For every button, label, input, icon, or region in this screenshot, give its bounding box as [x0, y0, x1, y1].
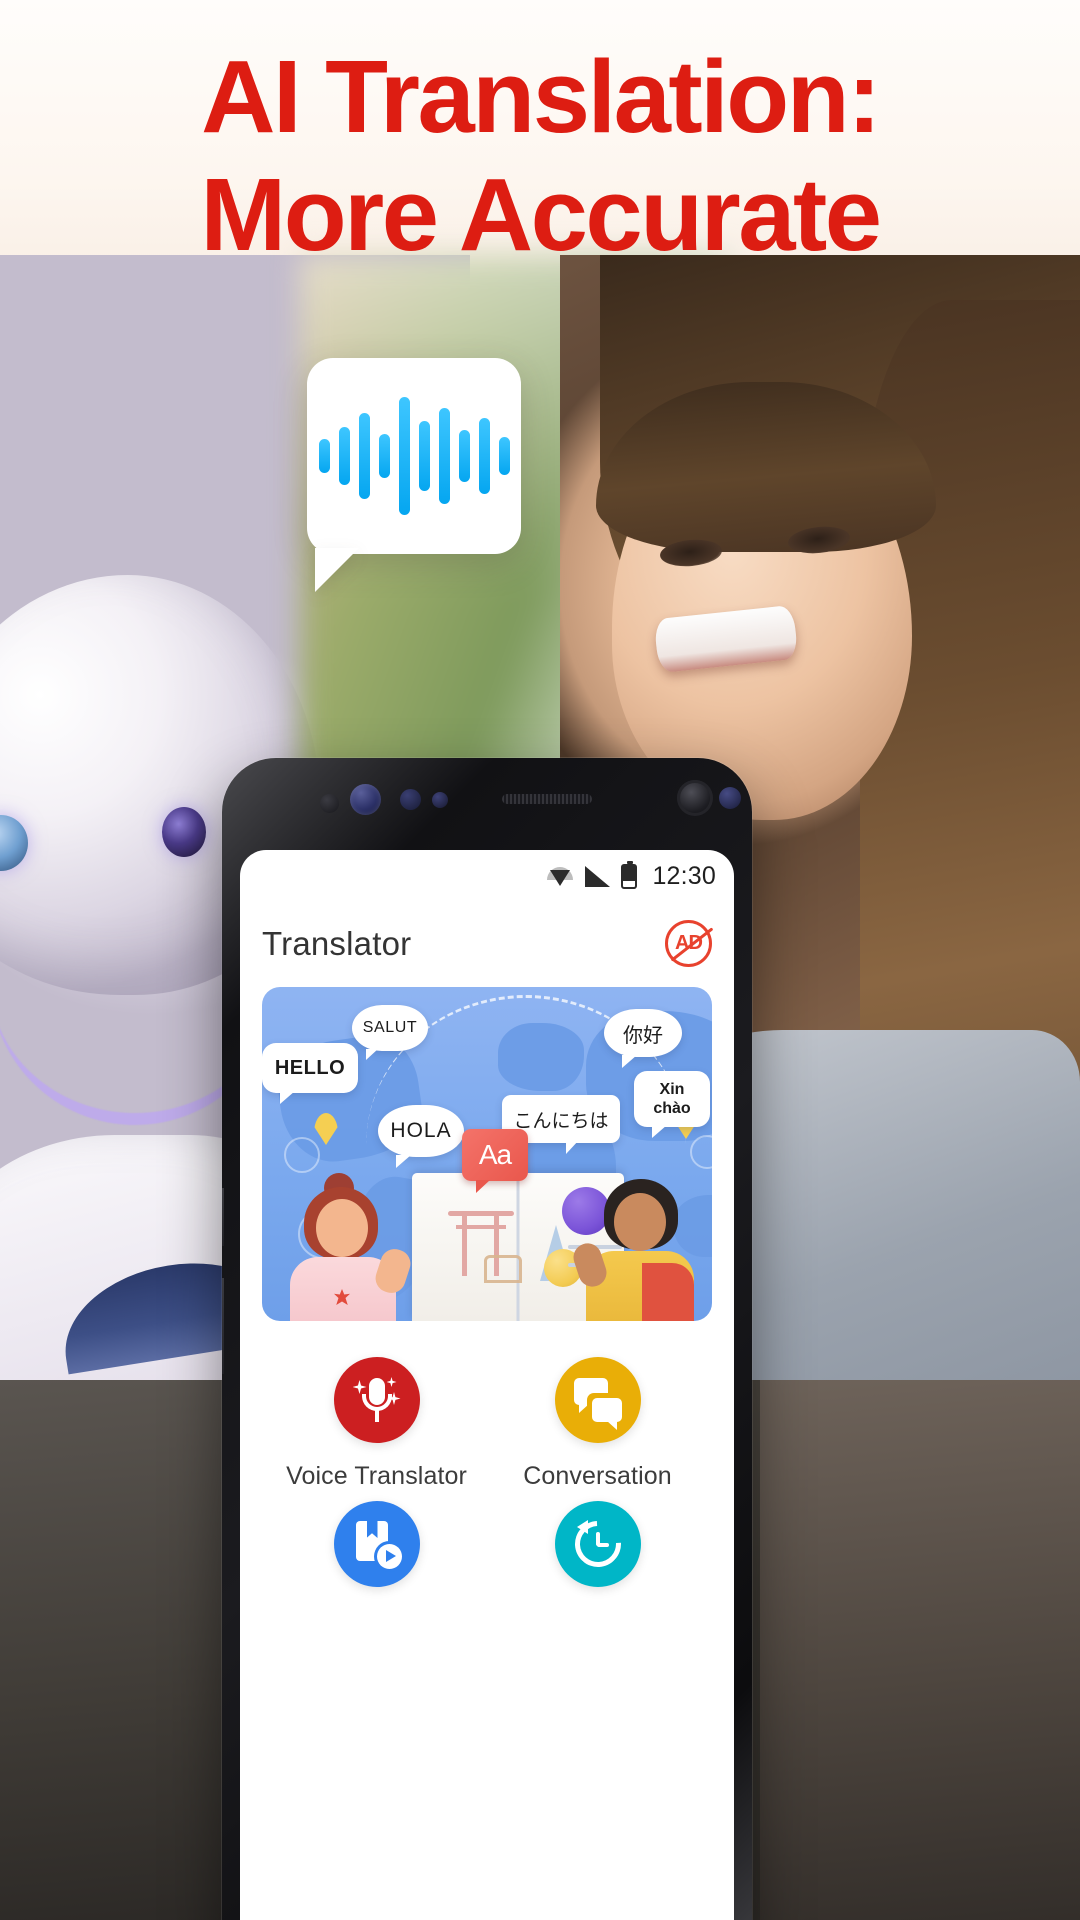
aa-translate-card-text: Aa: [478, 1139, 512, 1170]
decor-ring: [284, 1137, 320, 1173]
world-map-translation-banner[interactable]: HELLO SALUT HOLA 你好 こんにちは Xin chào Aa: [262, 987, 712, 1321]
volume-up-button[interactable]: [222, 1188, 224, 1246]
sensor-icon: [320, 794, 339, 813]
screen-bottom-fade: [240, 1898, 734, 1920]
chat-bubbles-icon: [554, 1357, 641, 1443]
app-header: Translator AD: [240, 902, 734, 981]
earpiece-speaker: [502, 794, 592, 804]
feature-conversation[interactable]: Conversation: [487, 1357, 708, 1491]
speech-bubble-salut-text: SALUT: [362, 1019, 418, 1036]
illustration-person-right: [569, 1171, 698, 1321]
phone-frame: 12:30 Translator AD HELLO SALUT HOLA 你好 …: [222, 758, 752, 1920]
speech-bubble-hola-text: HOLA: [390, 1119, 452, 1142]
speech-bubble-hola: HOLA: [378, 1105, 464, 1168]
speech-bubble-xinchao-line2: chào: [653, 1100, 691, 1117]
feature-conversation-label: Conversation: [523, 1462, 672, 1490]
audio-waveform-icon: [307, 358, 521, 554]
speech-bubble-konnichiwa-text: こんにちは: [513, 1110, 609, 1132]
background-bottom-right: [760, 1380, 1080, 1920]
speech-bubble-salut: SALUT: [352, 1005, 428, 1060]
wifi-icon: [547, 866, 574, 886]
phone-screen: 12:30 Translator AD HELLO SALUT HOLA 你好 …: [240, 850, 734, 1920]
history-clock-icon: [554, 1501, 641, 1587]
speech-bubble-xinchao: Xin chào: [634, 1071, 710, 1138]
camera-lens-icon: [400, 789, 421, 810]
phone-mockup: 12:30 Translator AD HELLO SALUT HOLA 你好 …: [222, 758, 752, 1920]
speech-bubble-xinchao-line1: Xin: [659, 1081, 685, 1098]
status-bar-time: 12:30: [652, 861, 716, 890]
secondary-camera-icon: [677, 780, 713, 816]
microphone-sparkle-icon: [333, 1357, 420, 1443]
feature-voice-translator-label: Voice Translator: [286, 1462, 467, 1490]
feature-book-play[interactable]: [266, 1501, 487, 1606]
background-bottom-left: [0, 1380, 250, 1920]
headline-line-1: AI Translation:: [201, 39, 881, 154]
headline-line-2: More Accurate: [200, 157, 882, 272]
speech-bubble-tail: [315, 548, 359, 592]
speech-bubble-nihao-text: 你好: [623, 1024, 663, 1047]
hero-speech-bubble: [307, 358, 521, 592]
feature-history[interactable]: [487, 1501, 708, 1606]
feature-grid: Voice Translator Conversation: [240, 1321, 734, 1606]
status-bar: 12:30: [240, 850, 734, 902]
speech-bubble-hello: HELLO: [262, 1043, 358, 1104]
proximity-sensor-icon: [432, 792, 448, 808]
colosseum-icon: [484, 1255, 522, 1283]
iris-scanner-icon: [719, 787, 741, 809]
feature-voice-translator[interactable]: Voice Translator: [266, 1357, 487, 1491]
cellular-signal-icon: [584, 865, 611, 887]
battery-icon: [621, 860, 638, 889]
front-camera-icon: [350, 784, 381, 815]
no-ads-icon[interactable]: AD: [665, 920, 714, 967]
headline: AI Translation: More Accurate: [0, 38, 1080, 274]
speech-bubble-hello-text: HELLO: [274, 1056, 346, 1079]
illustration-person-left: [282, 1173, 415, 1321]
decor-ring: [690, 1135, 712, 1169]
robot-eye-right: [162, 807, 206, 857]
aa-translate-card: Aa: [462, 1129, 528, 1193]
speech-bubble-nihao: 你好: [604, 1009, 682, 1068]
volume-down-button[interactable]: [222, 1278, 224, 1374]
screenshot-root: AI Translation: More Accurate 12:30 Tran…: [0, 0, 1080, 1920]
book-play-icon: [333, 1501, 420, 1587]
phone-top-bezel: [222, 758, 752, 850]
page-title: Translator: [262, 924, 412, 962]
